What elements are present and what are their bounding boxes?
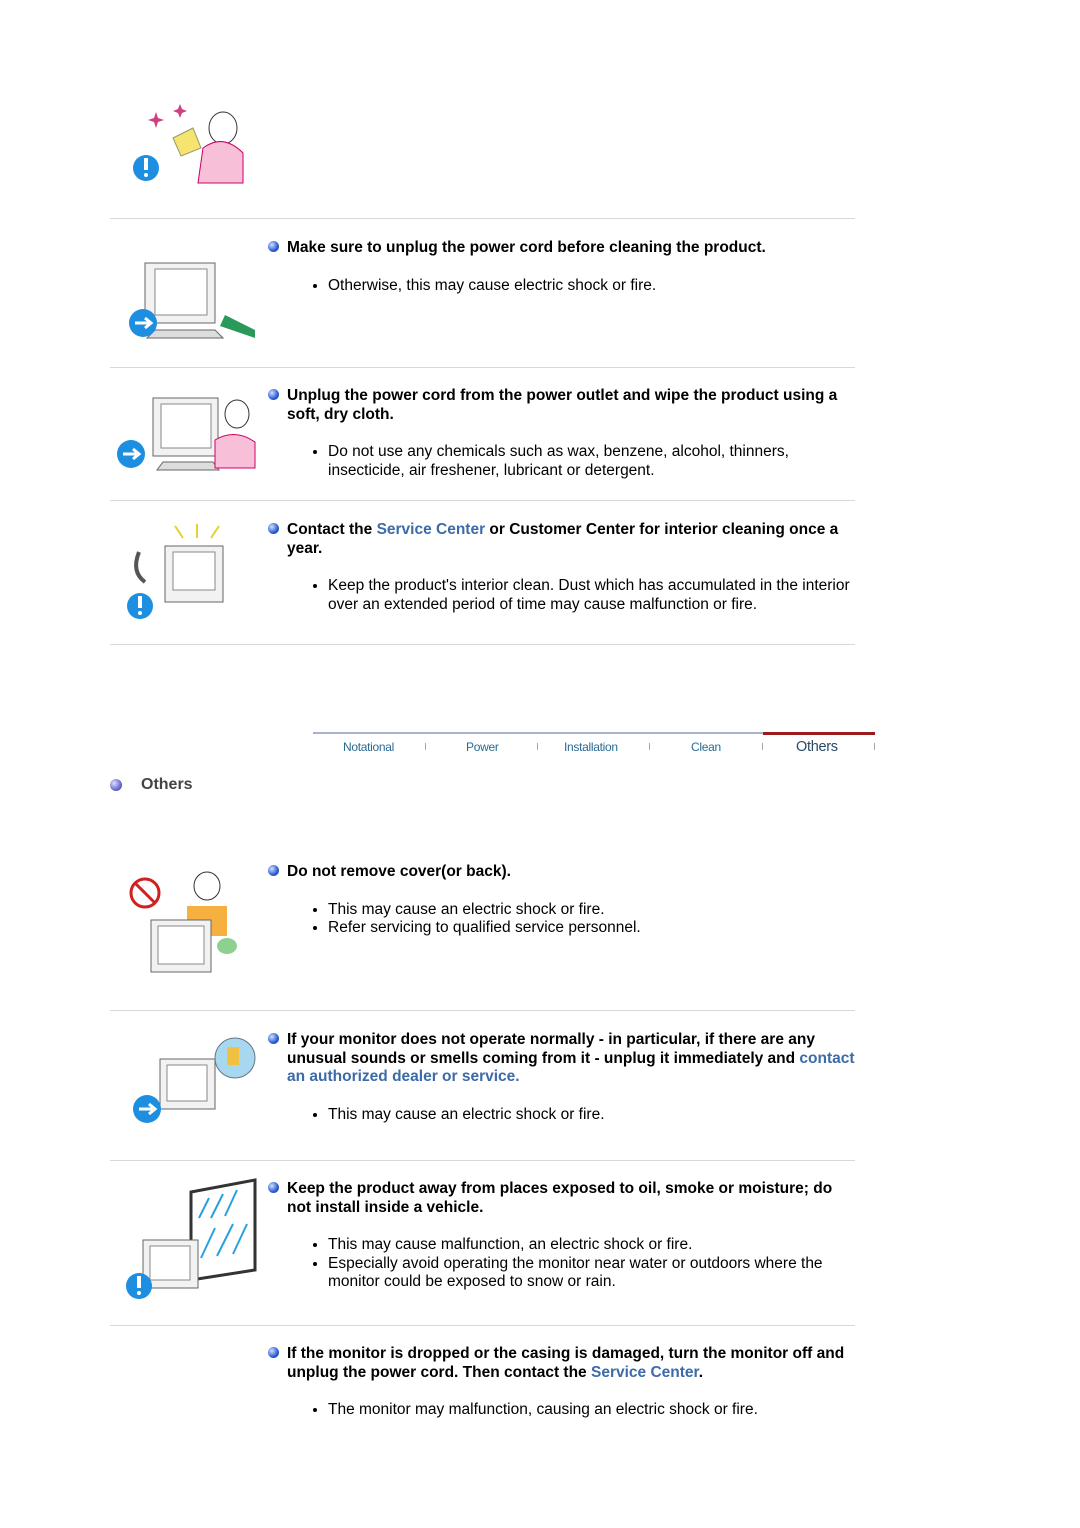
item-heading: Keep the product away from places expose… — [287, 1180, 833, 1216]
bullet-item: Otherwise, this may cause electric shock… — [328, 277, 858, 296]
bullet-item: Refer servicing to qualified service per… — [328, 919, 858, 938]
bullet-item: Especially avoid operating the monitor n… — [328, 1255, 858, 1292]
tab-divider — [425, 743, 426, 750]
section-tabs: Notational Power Installation Clean Othe… — [313, 732, 875, 764]
no-disassembly-illustration — [129, 871, 237, 973]
bullet-ball-icon — [268, 1033, 279, 1044]
others-item-4: If the monitor is dropped or the casing … — [268, 1345, 858, 1420]
others-item-1: Do not remove cover(or back). This may c… — [268, 863, 858, 938]
bullet-ball-icon — [268, 241, 279, 252]
bullet-ball-icon — [268, 389, 279, 400]
divider — [110, 1325, 855, 1326]
cleaning-item-3: Contact the Service Center or Customer C… — [268, 521, 858, 614]
monitor-unplug-illustration — [129, 262, 255, 339]
bullet-item: This may cause an electric shock or fire… — [328, 901, 858, 920]
tab-installation[interactable]: Installation — [564, 740, 618, 754]
tab-power[interactable]: Power — [466, 740, 499, 754]
cleaning-item-2: Unplug the power cord from the power out… — [268, 387, 858, 480]
bullet-ball-icon — [110, 779, 122, 791]
tab-others[interactable]: Others — [796, 739, 838, 755]
bullet-ball-icon — [268, 865, 279, 876]
divider — [110, 644, 855, 645]
bullet-item: Do not use any chemicals such as wax, be… — [328, 443, 858, 480]
bullet-item: This may cause an electric shock or fire… — [328, 1106, 858, 1125]
abnormal-monitor-illustration — [133, 1037, 256, 1123]
section-title-text: Others — [141, 776, 193, 793]
monitor-wipe-illustration — [117, 397, 256, 471]
bullet-ball-icon — [268, 1182, 279, 1193]
cleaning-woman-illustration — [133, 104, 244, 184]
heading-text: If your monitor does not operate normall… — [287, 1031, 815, 1067]
heading-text: . — [698, 1363, 704, 1381]
bullet-ball-icon — [268, 523, 279, 534]
tab-divider — [537, 743, 538, 750]
divider — [110, 1010, 855, 1011]
divider — [110, 500, 855, 501]
divider — [110, 218, 855, 219]
tab-divider — [874, 743, 875, 750]
heading-text: If the monitor is dropped or the casing … — [287, 1345, 845, 1381]
others-item-3: Keep the product away from places expose… — [268, 1180, 858, 1292]
monitor-service-illustration — [127, 524, 224, 619]
tab-divider — [649, 743, 650, 750]
divider — [110, 1160, 855, 1161]
moisture-warning-illustration — [126, 1178, 257, 1299]
others-item-2: If your monitor does not operate normall… — [268, 1031, 858, 1124]
item-heading: Do not remove cover(or back). — [287, 863, 511, 880]
bullet-item: Keep the product's interior clean. Dust … — [328, 577, 858, 614]
section-title: Others — [110, 776, 193, 794]
page: Make sure to unplug the power cord befor… — [0, 0, 1080, 1528]
heading-text: . — [515, 1068, 520, 1085]
bullet-item: This may cause malfunction, an electric … — [328, 1236, 858, 1255]
service-center-link[interactable]: Service Center — [591, 1364, 699, 1381]
cleaning-item-1: Make sure to unplug the power cord befor… — [268, 239, 858, 295]
item-heading: Make sure to unplug the power cord befor… — [287, 239, 766, 256]
tab-clean[interactable]: Clean — [691, 740, 721, 754]
active-tab-indicator — [763, 732, 875, 735]
service-center-link[interactable]: Service Center — [377, 521, 486, 538]
bullet-item: The monitor may malfunction, causing an … — [328, 1401, 858, 1420]
tab-notational[interactable]: Notational — [343, 740, 394, 754]
item-heading: Unplug the power cord from the power out… — [287, 387, 838, 423]
tab-divider — [762, 743, 763, 750]
heading-text: Contact the — [287, 521, 377, 538]
divider — [110, 367, 855, 368]
bullet-ball-icon — [268, 1347, 279, 1358]
